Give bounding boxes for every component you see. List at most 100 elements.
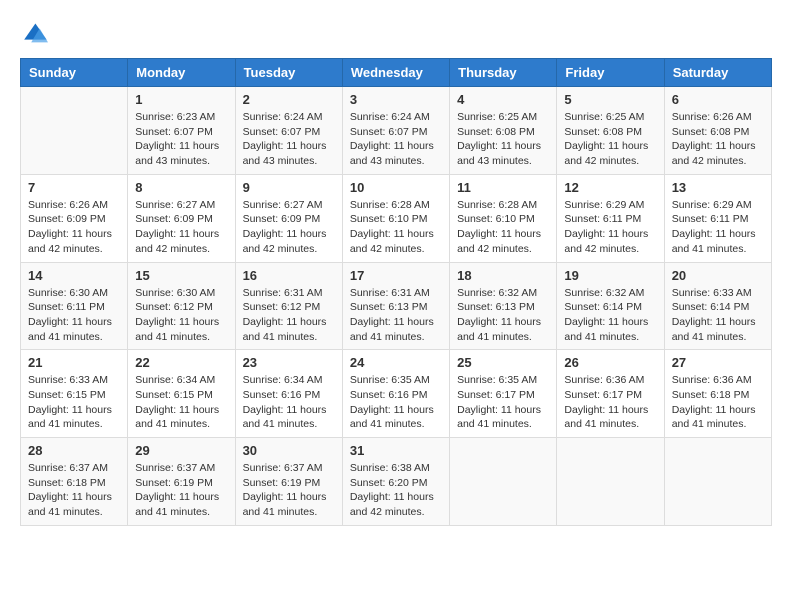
day-number: 2 [243, 92, 335, 107]
calendar-cell: 7 Sunrise: 6:26 AMSunset: 6:09 PMDayligh… [21, 174, 128, 262]
calendar-cell: 5 Sunrise: 6:25 AMSunset: 6:08 PMDayligh… [557, 87, 664, 175]
calendar-cell: 21 Sunrise: 6:33 AMSunset: 6:15 PMDaylig… [21, 350, 128, 438]
day-info: Sunrise: 6:31 AMSunset: 6:13 PMDaylight:… [350, 286, 442, 345]
day-number: 8 [135, 180, 227, 195]
day-number: 19 [564, 268, 656, 283]
calendar-cell: 27 Sunrise: 6:36 AMSunset: 6:18 PMDaylig… [664, 350, 771, 438]
calendar-cell: 22 Sunrise: 6:34 AMSunset: 6:15 PMDaylig… [128, 350, 235, 438]
day-number: 14 [28, 268, 120, 283]
calendar-cell [21, 87, 128, 175]
day-info: Sunrise: 6:32 AMSunset: 6:13 PMDaylight:… [457, 286, 549, 345]
day-number: 16 [243, 268, 335, 283]
day-number: 3 [350, 92, 442, 107]
day-info: Sunrise: 6:36 AMSunset: 6:17 PMDaylight:… [564, 373, 656, 432]
calendar-cell: 24 Sunrise: 6:35 AMSunset: 6:16 PMDaylig… [342, 350, 449, 438]
header-day-sunday: Sunday [21, 59, 128, 87]
day-info: Sunrise: 6:32 AMSunset: 6:14 PMDaylight:… [564, 286, 656, 345]
day-number: 5 [564, 92, 656, 107]
header-row: SundayMondayTuesdayWednesdayThursdayFrid… [21, 59, 772, 87]
calendar-cell [664, 438, 771, 526]
calendar-cell: 4 Sunrise: 6:25 AMSunset: 6:08 PMDayligh… [450, 87, 557, 175]
day-info: Sunrise: 6:26 AMSunset: 6:09 PMDaylight:… [28, 198, 120, 257]
calendar-cell: 30 Sunrise: 6:37 AMSunset: 6:19 PMDaylig… [235, 438, 342, 526]
calendar-cell: 28 Sunrise: 6:37 AMSunset: 6:18 PMDaylig… [21, 438, 128, 526]
day-info: Sunrise: 6:25 AMSunset: 6:08 PMDaylight:… [457, 110, 549, 169]
day-info: Sunrise: 6:33 AMSunset: 6:15 PMDaylight:… [28, 373, 120, 432]
day-number: 1 [135, 92, 227, 107]
day-info: Sunrise: 6:26 AMSunset: 6:08 PMDaylight:… [672, 110, 764, 169]
calendar-cell: 18 Sunrise: 6:32 AMSunset: 6:13 PMDaylig… [450, 262, 557, 350]
day-info: Sunrise: 6:24 AMSunset: 6:07 PMDaylight:… [243, 110, 335, 169]
header-day-monday: Monday [128, 59, 235, 87]
day-number: 31 [350, 443, 442, 458]
day-number: 24 [350, 355, 442, 370]
calendar-body: 1 Sunrise: 6:23 AMSunset: 6:07 PMDayligh… [21, 87, 772, 526]
week-row-2: 7 Sunrise: 6:26 AMSunset: 6:09 PMDayligh… [21, 174, 772, 262]
calendar-cell: 2 Sunrise: 6:24 AMSunset: 6:07 PMDayligh… [235, 87, 342, 175]
calendar-header: SundayMondayTuesdayWednesdayThursdayFrid… [21, 59, 772, 87]
header-day-friday: Friday [557, 59, 664, 87]
day-info: Sunrise: 6:34 AMSunset: 6:16 PMDaylight:… [243, 373, 335, 432]
calendar-cell: 19 Sunrise: 6:32 AMSunset: 6:14 PMDaylig… [557, 262, 664, 350]
day-number: 13 [672, 180, 764, 195]
calendar-cell: 3 Sunrise: 6:24 AMSunset: 6:07 PMDayligh… [342, 87, 449, 175]
day-info: Sunrise: 6:28 AMSunset: 6:10 PMDaylight:… [457, 198, 549, 257]
day-info: Sunrise: 6:37 AMSunset: 6:18 PMDaylight:… [28, 461, 120, 520]
day-info: Sunrise: 6:35 AMSunset: 6:17 PMDaylight:… [457, 373, 549, 432]
calendar-cell: 25 Sunrise: 6:35 AMSunset: 6:17 PMDaylig… [450, 350, 557, 438]
day-number: 11 [457, 180, 549, 195]
day-info: Sunrise: 6:38 AMSunset: 6:20 PMDaylight:… [350, 461, 442, 520]
calendar-cell: 20 Sunrise: 6:33 AMSunset: 6:14 PMDaylig… [664, 262, 771, 350]
calendar-cell [450, 438, 557, 526]
calendar-cell: 14 Sunrise: 6:30 AMSunset: 6:11 PMDaylig… [21, 262, 128, 350]
day-number: 12 [564, 180, 656, 195]
calendar-cell: 11 Sunrise: 6:28 AMSunset: 6:10 PMDaylig… [450, 174, 557, 262]
day-number: 30 [243, 443, 335, 458]
calendar-cell: 23 Sunrise: 6:34 AMSunset: 6:16 PMDaylig… [235, 350, 342, 438]
day-info: Sunrise: 6:24 AMSunset: 6:07 PMDaylight:… [350, 110, 442, 169]
day-info: Sunrise: 6:30 AMSunset: 6:12 PMDaylight:… [135, 286, 227, 345]
day-info: Sunrise: 6:34 AMSunset: 6:15 PMDaylight:… [135, 373, 227, 432]
day-number: 10 [350, 180, 442, 195]
day-info: Sunrise: 6:37 AMSunset: 6:19 PMDaylight:… [243, 461, 335, 520]
logo [20, 20, 52, 48]
calendar-cell: 12 Sunrise: 6:29 AMSunset: 6:11 PMDaylig… [557, 174, 664, 262]
day-info: Sunrise: 6:37 AMSunset: 6:19 PMDaylight:… [135, 461, 227, 520]
calendar-cell: 26 Sunrise: 6:36 AMSunset: 6:17 PMDaylig… [557, 350, 664, 438]
calendar-cell: 10 Sunrise: 6:28 AMSunset: 6:10 PMDaylig… [342, 174, 449, 262]
week-row-1: 1 Sunrise: 6:23 AMSunset: 6:07 PMDayligh… [21, 87, 772, 175]
day-number: 28 [28, 443, 120, 458]
day-number: 9 [243, 180, 335, 195]
calendar-cell: 13 Sunrise: 6:29 AMSunset: 6:11 PMDaylig… [664, 174, 771, 262]
day-number: 18 [457, 268, 549, 283]
day-info: Sunrise: 6:31 AMSunset: 6:12 PMDaylight:… [243, 286, 335, 345]
day-number: 15 [135, 268, 227, 283]
day-info: Sunrise: 6:33 AMSunset: 6:14 PMDaylight:… [672, 286, 764, 345]
header-day-saturday: Saturday [664, 59, 771, 87]
day-number: 7 [28, 180, 120, 195]
calendar-cell: 15 Sunrise: 6:30 AMSunset: 6:12 PMDaylig… [128, 262, 235, 350]
calendar-cell: 16 Sunrise: 6:31 AMSunset: 6:12 PMDaylig… [235, 262, 342, 350]
page-header [20, 20, 772, 48]
calendar-cell: 1 Sunrise: 6:23 AMSunset: 6:07 PMDayligh… [128, 87, 235, 175]
calendar-cell: 17 Sunrise: 6:31 AMSunset: 6:13 PMDaylig… [342, 262, 449, 350]
day-number: 20 [672, 268, 764, 283]
week-row-4: 21 Sunrise: 6:33 AMSunset: 6:15 PMDaylig… [21, 350, 772, 438]
calendar-cell: 29 Sunrise: 6:37 AMSunset: 6:19 PMDaylig… [128, 438, 235, 526]
day-info: Sunrise: 6:36 AMSunset: 6:18 PMDaylight:… [672, 373, 764, 432]
day-number: 6 [672, 92, 764, 107]
day-info: Sunrise: 6:30 AMSunset: 6:11 PMDaylight:… [28, 286, 120, 345]
day-info: Sunrise: 6:29 AMSunset: 6:11 PMDaylight:… [672, 198, 764, 257]
calendar-cell [557, 438, 664, 526]
header-day-thursday: Thursday [450, 59, 557, 87]
calendar-cell: 9 Sunrise: 6:27 AMSunset: 6:09 PMDayligh… [235, 174, 342, 262]
day-number: 27 [672, 355, 764, 370]
header-day-wednesday: Wednesday [342, 59, 449, 87]
header-day-tuesday: Tuesday [235, 59, 342, 87]
calendar-cell: 6 Sunrise: 6:26 AMSunset: 6:08 PMDayligh… [664, 87, 771, 175]
day-number: 21 [28, 355, 120, 370]
calendar-cell: 8 Sunrise: 6:27 AMSunset: 6:09 PMDayligh… [128, 174, 235, 262]
day-info: Sunrise: 6:28 AMSunset: 6:10 PMDaylight:… [350, 198, 442, 257]
day-number: 26 [564, 355, 656, 370]
day-number: 29 [135, 443, 227, 458]
